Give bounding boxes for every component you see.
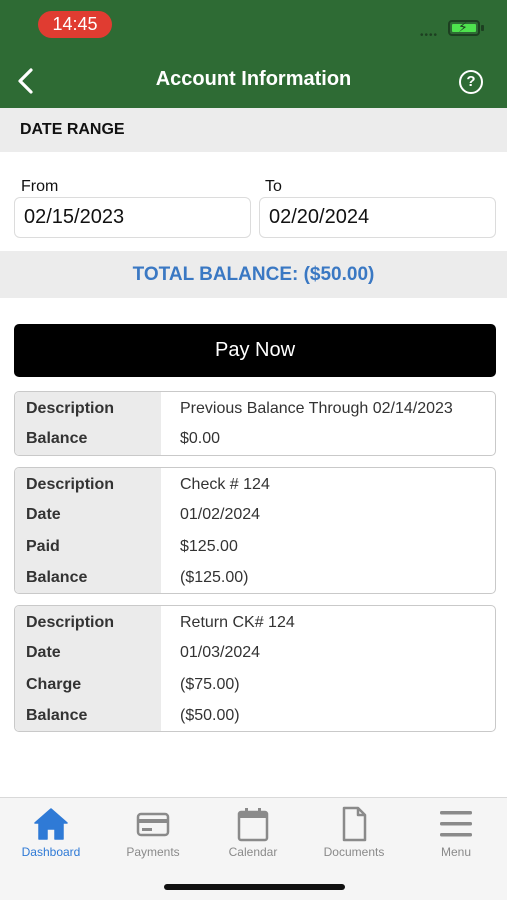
help-icon[interactable]: ? — [459, 70, 483, 94]
tab-menu[interactable]: Menu — [406, 798, 506, 859]
transaction-row: Description Check # 124 — [15, 468, 495, 500]
field-label: Date — [15, 637, 161, 669]
tab-label: Menu — [440, 845, 472, 859]
date-range-section-header: DATE RANGE — [0, 108, 507, 152]
to-label: To — [265, 178, 282, 195]
total-balance: TOTAL BALANCE: ($50.00) — [132, 264, 375, 285]
app-header: 14:45 •••• ⚡ Account Information ? — [0, 0, 507, 108]
credit-card-icon — [136, 812, 170, 837]
transaction-card: Description Check # 124 Date 01/02/2024 … — [14, 467, 496, 595]
date-range-heading: DATE RANGE — [20, 121, 125, 138]
field-value: ($75.00) — [180, 675, 240, 693]
home-indicator[interactable] — [164, 884, 345, 890]
document-icon — [342, 806, 367, 842]
pay-now-button[interactable]: Pay Now — [14, 324, 496, 377]
tab-dashboard[interactable]: Dashboard — [1, 798, 101, 859]
tab-label: Documents — [323, 845, 385, 859]
tab-payments[interactable]: Payments — [103, 798, 203, 859]
field-value: ($50.00) — [180, 706, 240, 724]
field-value: 01/02/2024 — [180, 506, 261, 524]
total-balance-bar: TOTAL BALANCE: ($50.00) — [0, 251, 507, 298]
calendar-icon — [237, 808, 269, 842]
transaction-row: Date 01/03/2024 — [15, 637, 495, 669]
field-label: Paid — [15, 530, 161, 562]
field-label: Balance — [15, 561, 161, 594]
field-label: Balance — [15, 423, 161, 455]
field-value: Return CK# 124 — [180, 614, 295, 631]
transaction-card: Description Previous Balance Through 02/… — [14, 391, 496, 456]
transaction-row: Balance ($50.00) — [15, 699, 495, 732]
field-value: Check # 124 — [180, 476, 270, 493]
tab-label: Payments — [126, 845, 180, 859]
field-label: Date — [15, 499, 161, 531]
transaction-row: Balance $0.00 — [15, 423, 495, 455]
tab-label: Calendar — [228, 845, 278, 859]
to-date-input[interactable] — [259, 197, 496, 238]
tab-documents[interactable]: Documents — [304, 798, 404, 859]
field-value: $125.00 — [180, 537, 238, 555]
field-value: ($125.00) — [180, 568, 249, 586]
field-label: Description — [15, 392, 161, 424]
page-title: Account Information — [155, 68, 352, 90]
tab-calendar[interactable]: Calendar — [203, 798, 303, 859]
field-value: $0.00 — [180, 430, 221, 448]
home-icon — [34, 808, 68, 840]
from-label: From — [21, 178, 59, 195]
tab-label: Dashboard — [21, 845, 81, 859]
battery-charging-icon: ⚡ — [448, 19, 484, 36]
transaction-row: Date 01/02/2024 — [15, 499, 495, 531]
menu-icon — [440, 811, 472, 837]
transaction-row: Description Previous Balance Through 02/… — [15, 392, 495, 424]
cellular-signal-icon: •••• — [420, 30, 439, 41]
field-label: Description — [15, 468, 161, 500]
from-date-input[interactable] — [14, 197, 251, 238]
field-label: Balance — [15, 699, 161, 732]
field-label: Description — [15, 606, 161, 638]
transaction-row: Balance ($125.00) — [15, 561, 495, 594]
field-value: 01/03/2024 — [180, 644, 261, 662]
transaction-row: Charge ($75.00) — [15, 668, 495, 700]
field-label: Charge — [15, 668, 161, 700]
field-value: Previous Balance Through 02/14/2023 — [180, 400, 453, 417]
transaction-row: Paid $125.00 — [15, 530, 495, 562]
status-time: 14:45 — [38, 11, 112, 38]
transaction-card: Description Return CK# 124 Date 01/03/20… — [14, 605, 496, 733]
transaction-row: Description Return CK# 124 — [15, 606, 495, 638]
